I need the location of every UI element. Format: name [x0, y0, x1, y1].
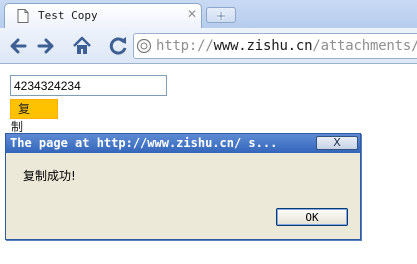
url-path: /attachments/m	[312, 38, 417, 54]
alert-dialog: The page at http://www.zishu.cn/ s... X …	[5, 133, 361, 240]
home-icon	[73, 36, 91, 54]
tab-test-copy[interactable]: Test Copy ✕	[4, 3, 202, 28]
forward-button[interactable]	[34, 34, 58, 58]
address-bar[interactable]: http://www.zishu.cn/attachments/m	[133, 33, 417, 59]
dialog-message: 复制成功!	[23, 169, 76, 183]
home-button[interactable]	[70, 34, 94, 58]
url-scheme: http://	[156, 38, 214, 54]
tab-title: Test Copy	[38, 9, 98, 22]
browser-toolbar: http://www.zishu.cn/attachments/m	[0, 28, 417, 64]
reload-icon	[109, 37, 127, 55]
copy-text-input[interactable]	[10, 75, 167, 96]
copy-button[interactable]: 复 制	[10, 99, 58, 134]
page-info-icon[interactable]	[136, 38, 152, 54]
new-tab-button[interactable]	[206, 7, 236, 23]
reload-button[interactable]	[106, 34, 130, 58]
close-icon[interactable]: ✕	[187, 7, 197, 21]
url-host: www.zishu.cn	[213, 38, 313, 54]
back-button[interactable]	[6, 34, 30, 58]
ok-button[interactable]: OK	[276, 208, 348, 226]
back-arrow-icon	[10, 38, 27, 54]
tab-strip: Test Copy ✕	[0, 0, 417, 28]
forward-arrow-icon	[37, 38, 54, 54]
new-tab-icon	[217, 12, 225, 20]
dialog-titlebar[interactable]: The page at http://www.zishu.cn/ s... X	[6, 134, 360, 153]
dialog-close-button[interactable]: X	[316, 136, 358, 150]
page-icon	[15, 8, 31, 24]
url-text: http://www.zishu.cn/attachments/m	[156, 38, 417, 54]
dialog-title: The page at http://www.zishu.cn/ s...	[10, 136, 278, 150]
